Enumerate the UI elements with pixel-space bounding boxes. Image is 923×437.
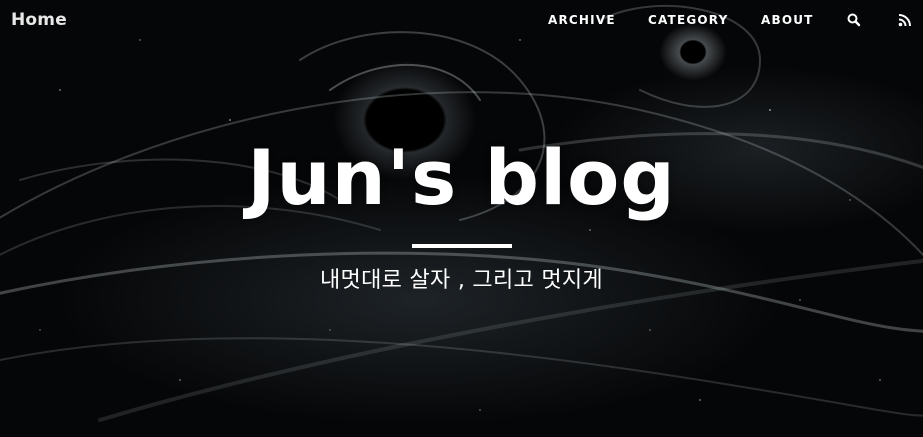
nav-about-link[interactable]: ABOUT <box>761 13 814 27</box>
rss-icon[interactable] <box>897 12 913 28</box>
site-subtitle: 내멋대로 살자 , 그리고 멋지게 <box>320 268 603 293</box>
nav-archive-link[interactable]: ARCHIVE <box>548 13 616 27</box>
home-link[interactable]: Home <box>11 10 67 30</box>
site-heading: Jun's blog 내멋대로 살자 , 그리고 멋지게 <box>0 140 923 294</box>
hero-section: Home ARCHIVE CATEGORY ABOUT Jun's blog 내… <box>0 0 923 437</box>
nav-category-link[interactable]: CATEGORY <box>648 13 728 27</box>
search-icon[interactable] <box>846 12 862 28</box>
site-title: Jun's blog <box>247 133 676 222</box>
top-navbar: Home ARCHIVE CATEGORY ABOUT <box>0 0 923 42</box>
title-divider <box>411 244 512 248</box>
